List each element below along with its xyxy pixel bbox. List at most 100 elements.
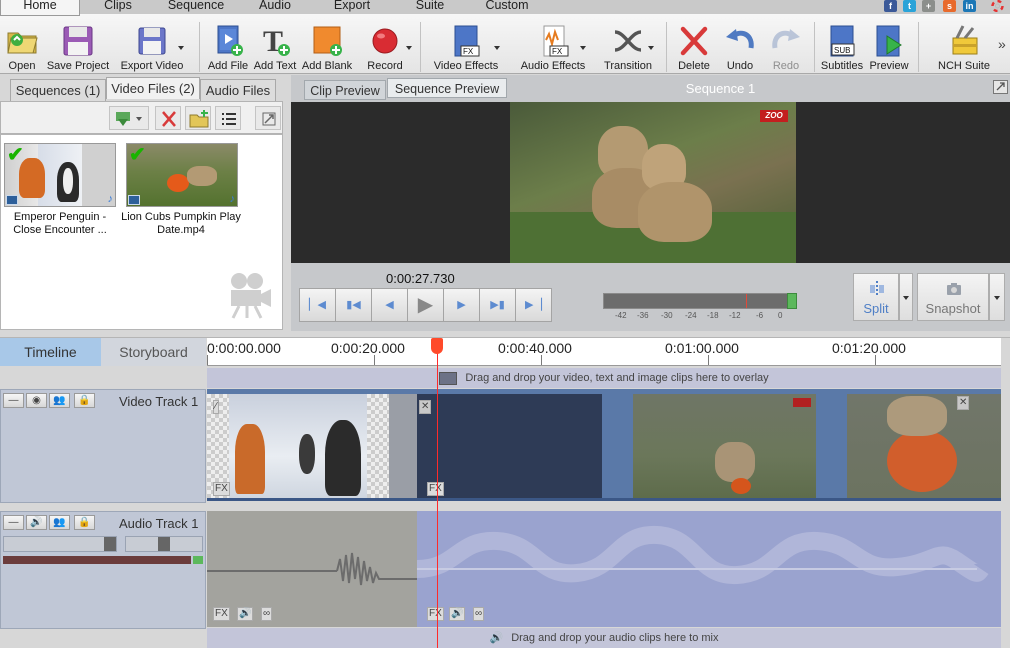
transition-icon[interactable]: ✕ bbox=[957, 396, 970, 410]
list-view-button[interactable] bbox=[215, 106, 241, 130]
video-clip-penguin[interactable]: FX ∕ bbox=[207, 394, 417, 498]
preview-button[interactable]: Preview bbox=[866, 16, 912, 74]
volume-icon[interactable]: 🔊 bbox=[449, 607, 466, 621]
volume-icon[interactable]: 🔊 bbox=[237, 607, 254, 621]
current-time: 0:00:27.730 bbox=[386, 271, 455, 286]
import-dropdown-button[interactable] bbox=[109, 106, 149, 130]
chevron-down-icon[interactable] bbox=[580, 46, 586, 50]
track-group-button[interactable]: 👥 bbox=[49, 393, 70, 408]
undock-button[interactable] bbox=[255, 106, 281, 130]
transition-button[interactable]: Transition bbox=[600, 16, 656, 74]
step-back-button[interactable]: ◀ bbox=[371, 288, 408, 322]
lock-track-button[interactable]: 🔒 bbox=[74, 515, 95, 530]
list-item[interactable]: ✔ ♪ bbox=[126, 143, 238, 207]
tab-home[interactable]: Home bbox=[0, 0, 80, 16]
add-blank-button[interactable]: Add Blank bbox=[298, 16, 356, 74]
fade-icon[interactable]: ∕ bbox=[213, 400, 219, 414]
redo-button[interactable]: Redo bbox=[764, 16, 808, 74]
go-to-end-button[interactable]: ▶▕ bbox=[515, 288, 552, 322]
tab-storyboard[interactable]: Storyboard bbox=[101, 338, 206, 366]
tab-audio[interactable]: Audio bbox=[250, 0, 300, 14]
tab-export[interactable]: Export bbox=[320, 0, 384, 14]
video-effects-button[interactable]: FX Video Effects bbox=[428, 16, 504, 74]
save-project-button[interactable]: Save Project bbox=[46, 16, 110, 74]
linkedin-icon[interactable]: in bbox=[963, 0, 976, 12]
chevron-down-icon[interactable] bbox=[406, 46, 412, 50]
fx-icon[interactable]: FX bbox=[427, 607, 444, 621]
help-lifebuoy-icon[interactable] bbox=[991, 0, 1004, 13]
subtitles-button[interactable]: SUB Subtitles bbox=[818, 16, 866, 74]
tab-sequences[interactable]: Sequences (1) bbox=[10, 79, 106, 101]
video-track[interactable]: FX ∕ FX ✕ ✕ bbox=[207, 389, 1001, 501]
volume-slider[interactable] bbox=[3, 536, 117, 552]
overlay-drop-zone[interactable]: Drag and drop your video, text and image… bbox=[207, 368, 1001, 388]
panel-splitter[interactable] bbox=[0, 331, 1010, 338]
tab-audio-files[interactable]: Audio Files bbox=[200, 79, 276, 101]
transition-icon[interactable]: ✕ bbox=[419, 400, 432, 414]
chevron-down-icon[interactable] bbox=[494, 46, 500, 50]
loop-icon[interactable]: ∞ bbox=[261, 607, 273, 621]
previous-frame-button[interactable]: ▮◀ bbox=[335, 288, 372, 322]
penguin-frame bbox=[229, 394, 367, 498]
next-frame-button[interactable]: ▶▮ bbox=[479, 288, 516, 322]
split-button[interactable]: Split bbox=[853, 273, 899, 321]
tab-clips[interactable]: Clips bbox=[92, 0, 144, 14]
export-video-button[interactable]: Export Video bbox=[116, 16, 188, 74]
collapse-track-button[interactable]: — bbox=[3, 393, 24, 408]
chevron-down-icon[interactable] bbox=[648, 46, 654, 50]
audio-drop-zone[interactable]: 🔊 Drag and drop your audio clips here to … bbox=[207, 628, 1001, 648]
tab-timeline[interactable]: Timeline bbox=[0, 338, 101, 366]
audio-clip-penguin[interactable]: FX 🔊 ∞ bbox=[207, 511, 417, 627]
open-button[interactable]: Open bbox=[0, 16, 44, 74]
step-forward-button[interactable]: ▶ bbox=[443, 288, 480, 322]
undo-button[interactable]: Undo bbox=[718, 16, 762, 74]
playhead-handle[interactable] bbox=[431, 338, 443, 354]
remove-file-button[interactable] bbox=[155, 106, 181, 130]
twitter-icon[interactable]: t bbox=[903, 0, 916, 12]
puzzle-icon[interactable]: + bbox=[922, 0, 935, 12]
add-text-button[interactable]: T Add Text bbox=[252, 16, 298, 74]
nch-suite-button[interactable]: NCH Suite bbox=[930, 16, 998, 74]
playhead-line[interactable] bbox=[437, 338, 438, 648]
fx-icon[interactable]: FX bbox=[213, 482, 230, 496]
lock-track-button[interactable]: 🔒 bbox=[74, 393, 95, 408]
chevron-down-icon[interactable] bbox=[178, 46, 184, 50]
tab-sequence[interactable]: Sequence bbox=[158, 0, 234, 14]
fx-icon[interactable]: FX bbox=[427, 482, 444, 496]
snapshot-dropdown-button[interactable] bbox=[989, 273, 1005, 321]
track-splitter[interactable] bbox=[0, 503, 1010, 511]
video-viewer[interactable]: ZOO bbox=[291, 102, 1010, 263]
snapshot-button[interactable]: Snapshot bbox=[917, 273, 989, 321]
list-item[interactable]: ✔ ♪ bbox=[4, 143, 116, 207]
delete-button[interactable]: Delete bbox=[672, 16, 716, 74]
volume-slider-thumb[interactable] bbox=[104, 537, 116, 551]
facebook-icon[interactable]: f bbox=[884, 0, 897, 12]
new-folder-button[interactable] bbox=[185, 106, 211, 130]
video-clip-lion-2[interactable]: ✕ bbox=[847, 394, 1001, 498]
pan-slider[interactable] bbox=[125, 536, 203, 552]
mute-toggle[interactable]: 🔊 bbox=[26, 515, 47, 530]
pan-slider-thumb[interactable] bbox=[158, 537, 170, 551]
toolbar-overflow-button[interactable]: » bbox=[998, 36, 1006, 52]
audio-track[interactable]: FX 🔊 ∞ FX 🔊 ∞ bbox=[207, 511, 1001, 627]
stumbleupon-icon[interactable]: s bbox=[943, 0, 956, 12]
split-dropdown-button[interactable] bbox=[899, 273, 913, 321]
record-button[interactable]: Record bbox=[362, 16, 412, 74]
blank-clip[interactable]: FX ✕ bbox=[417, 394, 602, 498]
play-button[interactable]: ▶ bbox=[407, 288, 444, 322]
audio-clip-lion[interactable]: FX 🔊 ∞ bbox=[417, 511, 1001, 627]
tab-custom[interactable]: Custom bbox=[476, 0, 538, 14]
loop-icon[interactable]: ∞ bbox=[473, 607, 485, 621]
time-ruler[interactable]: 0:00:00.000 0:00:20.000 0:00:40.000 0:01… bbox=[207, 338, 1001, 366]
tab-suite[interactable]: Suite bbox=[404, 0, 456, 14]
tab-video-files[interactable]: Video Files (2) bbox=[106, 77, 200, 99]
add-file-button[interactable]: Add File bbox=[204, 16, 252, 74]
audio-effects-button[interactable]: FX Audio Effects bbox=[514, 16, 592, 74]
collapse-track-button[interactable]: — bbox=[3, 515, 24, 530]
track-group-button[interactable]: 👥 bbox=[49, 515, 70, 530]
video-clip-lion-1[interactable] bbox=[633, 394, 816, 498]
fx-icon[interactable]: FX bbox=[213, 607, 230, 621]
visibility-toggle[interactable]: ◉ bbox=[26, 393, 47, 408]
undock-button[interactable] bbox=[993, 80, 1008, 94]
go-to-start-button[interactable]: ▏◀ bbox=[299, 288, 336, 322]
